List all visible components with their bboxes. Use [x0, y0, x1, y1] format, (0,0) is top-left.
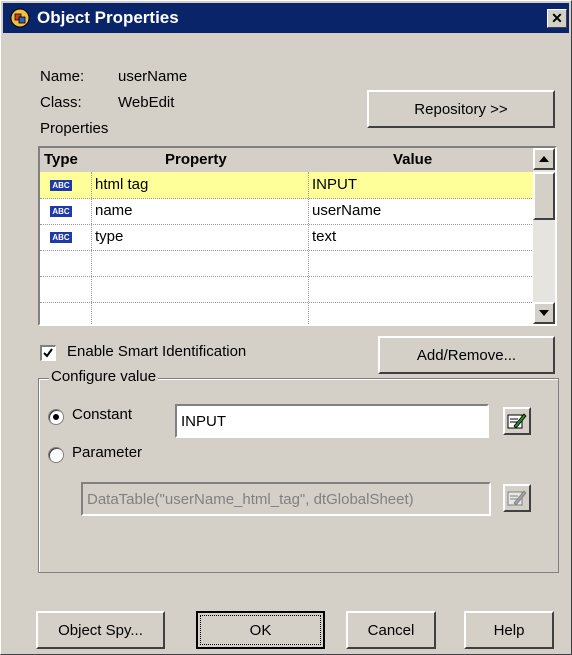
cancel-button[interactable]: Cancel [346, 611, 436, 649]
window-title: Object Properties [37, 8, 179, 27]
properties-table: Type Property Value ABC html tag INPUT A… [38, 146, 557, 326]
string-type-icon: ABC [50, 180, 72, 191]
vertical-scrollbar[interactable] [533, 148, 555, 324]
column-divider [308, 172, 309, 324]
repository-button[interactable]: Repository >> [367, 90, 555, 128]
class-label: Class: [40, 94, 82, 111]
edit-parameter-button [503, 484, 531, 512]
checkmark-icon [43, 348, 53, 358]
row-value: userName [312, 202, 382, 219]
object-properties-dialog: Object Properties ✕ Name: userName Class… [0, 0, 572, 655]
edit-pencil-icon [507, 490, 527, 506]
object-spy-button[interactable]: Object Spy... [36, 611, 165, 649]
table-row[interactable]: ABC html tag INPUT [40, 172, 534, 199]
objects-icon [10, 8, 30, 28]
string-type-icon: ABC [50, 232, 72, 243]
parameter-label[interactable]: Parameter [72, 444, 142, 461]
row-property: type [95, 228, 124, 245]
string-type-icon: ABC [50, 206, 72, 217]
add-remove-button[interactable]: Add/Remove... [378, 336, 555, 374]
configure-value-label: Configure value [49, 368, 159, 385]
scroll-down-button[interactable] [533, 302, 555, 324]
table-row[interactable]: ABC type text [40, 224, 534, 251]
smart-identification-label[interactable]: Enable Smart Identification [67, 343, 246, 360]
constant-input[interactable]: INPUT [175, 404, 489, 438]
name-value: userName [118, 68, 188, 85]
empty-row [40, 276, 534, 303]
radio-selected-dot [53, 414, 59, 420]
empty-row [40, 302, 534, 324]
edit-constant-button[interactable] [503, 407, 531, 435]
row-property: html tag [95, 176, 149, 193]
arrow-up-icon [539, 156, 549, 162]
close-icon: ✕ [551, 10, 563, 26]
smart-identification-checkbox[interactable] [40, 345, 56, 361]
header-value: Value [393, 151, 433, 168]
column-divider [91, 172, 92, 324]
table-row[interactable]: ABC name userName [40, 198, 534, 225]
scroll-thumb[interactable] [533, 172, 555, 220]
row-property: name [95, 202, 133, 219]
scroll-up-button[interactable] [533, 148, 555, 170]
header-property: Property [165, 151, 227, 168]
header-type: Type [44, 151, 78, 168]
help-button[interactable]: Help [464, 611, 554, 649]
table-header: Type Property Value [40, 148, 534, 172]
constant-radio[interactable] [48, 409, 64, 425]
constant-label[interactable]: Constant [72, 406, 132, 423]
arrow-down-icon [539, 310, 549, 316]
parameter-radio[interactable] [48, 447, 64, 463]
title-bar: Object Properties ✕ [3, 3, 569, 33]
class-value: WebEdit [118, 94, 175, 111]
row-value: INPUT [312, 176, 357, 193]
parameter-input: DataTable("userName_html_tag", dtGlobalS… [81, 482, 491, 516]
close-button[interactable]: ✕ [547, 9, 567, 28]
empty-row [40, 250, 534, 277]
ok-button[interactable]: OK [196, 611, 325, 649]
name-label: Name: [40, 68, 85, 85]
row-value: text [312, 228, 337, 245]
edit-pencil-icon [507, 413, 527, 429]
properties-label: Properties [40, 120, 109, 137]
